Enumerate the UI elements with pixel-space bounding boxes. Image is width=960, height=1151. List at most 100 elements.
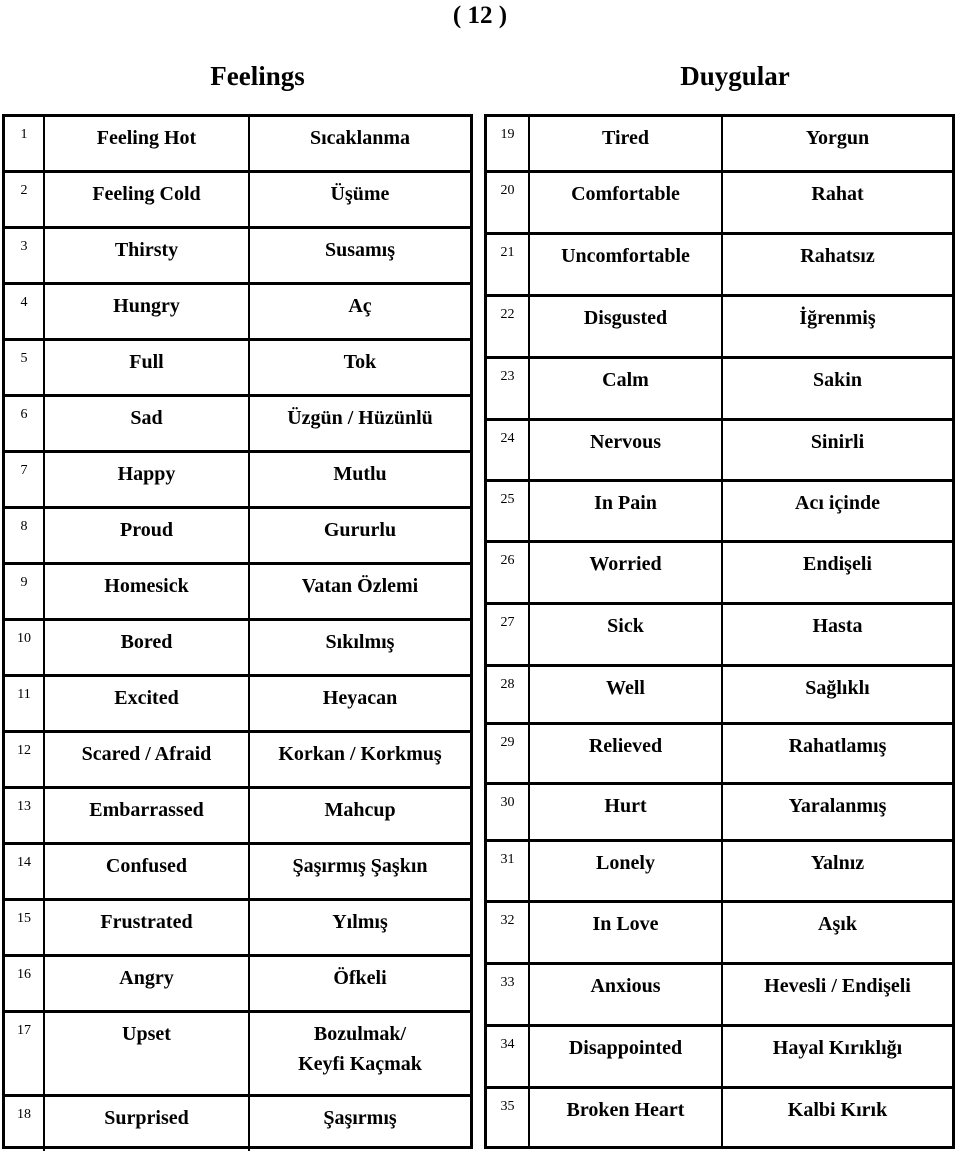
table-row: 27 Sick Hasta bbox=[487, 605, 952, 667]
turkish-term: Mutlu bbox=[333, 463, 387, 485]
table-row: 6 Sad Üzgün / Hüzünlü bbox=[5, 397, 470, 453]
english-term: Uncomfortable bbox=[530, 235, 723, 294]
english-term: Anxious bbox=[530, 965, 723, 1024]
table-row: 3 Thirsty Susamış bbox=[5, 229, 470, 285]
row-number: 27 bbox=[487, 605, 530, 664]
english-term: Broken Heart bbox=[530, 1089, 723, 1146]
table-row: 5 Full Tok bbox=[5, 341, 470, 397]
english-term: Homesick bbox=[45, 565, 250, 618]
english-term: Disgusted bbox=[530, 297, 723, 356]
row-number: 34 bbox=[487, 1027, 530, 1086]
row-number: 13 bbox=[5, 789, 45, 842]
row-number: 15 bbox=[5, 901, 45, 954]
table-row: 32 In Love Aşık bbox=[487, 903, 952, 965]
table-row: 17 Upset Bozulmak/ Keyfi Kaçmak bbox=[5, 1013, 470, 1097]
turkish-term: Şaşırmış bbox=[323, 1107, 397, 1129]
row-number: 4 bbox=[5, 285, 45, 338]
turkish-term: Kalbi Kırık bbox=[787, 1099, 888, 1121]
turkish-term: Endişeli bbox=[803, 553, 872, 575]
table-row: 19 Tired Yorgun bbox=[487, 117, 952, 173]
row-number: 9 bbox=[5, 565, 45, 618]
row-number: 18 bbox=[5, 1097, 45, 1151]
row-number: 33 bbox=[487, 965, 530, 1024]
table-row: 8 Proud Gururlu bbox=[5, 509, 470, 565]
vocabulary-table-right: 19 Tired Yorgun 20 Comfortable Rahat 21 Uncomfo… bbox=[484, 114, 955, 1149]
turkish-term: Susamış bbox=[324, 239, 396, 261]
turkish-term: Acı içinde bbox=[795, 492, 880, 514]
table-row: 13 Embarrassed Mahcup bbox=[5, 789, 470, 845]
turkish-term: Sakin bbox=[813, 369, 862, 391]
row-number: 22 bbox=[487, 297, 530, 356]
turkish-term: Mahcup bbox=[324, 799, 396, 821]
row-number: 17 bbox=[5, 1013, 45, 1094]
table-row: 22 Disgusted İğrenmiş bbox=[487, 297, 952, 359]
table-row: 25 In Pain Acı içinde bbox=[487, 482, 952, 543]
english-term: Disappointed bbox=[530, 1027, 723, 1086]
english-term: Full bbox=[45, 341, 250, 394]
table-row: 28 Well Sağlıklı bbox=[487, 667, 952, 725]
english-term: Upset bbox=[45, 1013, 250, 1094]
turkish-term: Bozulmak/ Keyfi Kaçmak bbox=[298, 1023, 422, 1075]
turkish-term: Sıcaklanma bbox=[309, 127, 411, 149]
row-number: 32 bbox=[487, 903, 530, 962]
english-term: In Love bbox=[530, 903, 723, 962]
turkish-term: Yalnız bbox=[810, 852, 865, 874]
turkish-term: Hayal Kırıklığı bbox=[772, 1037, 903, 1059]
row-number: 25 bbox=[487, 482, 530, 540]
turkish-term: Aşık bbox=[818, 913, 857, 935]
heading-turkish: Duygular bbox=[680, 61, 790, 91]
english-term: Nervous bbox=[530, 421, 723, 479]
english-term: Feeling Cold bbox=[45, 173, 250, 226]
row-number: 28 bbox=[487, 667, 530, 722]
table-row: 34 Disappointed Hayal Kırıklığı bbox=[487, 1027, 952, 1089]
turkish-term: Tok bbox=[343, 351, 377, 373]
english-term: Sad bbox=[45, 397, 250, 450]
row-number: 1 bbox=[5, 117, 45, 170]
row-number: 21 bbox=[487, 235, 530, 294]
english-term: In Pain bbox=[530, 482, 723, 540]
turkish-term: Vatan Özlemi bbox=[301, 575, 419, 597]
table-row: 12 Scared / Afraid Korkan / Korkmuş bbox=[5, 733, 470, 789]
turkish-term: Yılmış bbox=[332, 911, 388, 933]
english-term: Comfortable bbox=[530, 173, 723, 232]
english-term: Tired bbox=[530, 117, 723, 170]
heading-english: Feelings bbox=[210, 61, 305, 91]
turkish-term: Gururlu bbox=[323, 519, 397, 541]
english-term: Proud bbox=[45, 509, 250, 562]
english-term: Bored bbox=[45, 621, 250, 674]
page-number: ( 12 ) bbox=[452, 2, 508, 29]
table-row: 9 Homesick Vatan Özlemi bbox=[5, 565, 470, 621]
row-number: 7 bbox=[5, 453, 45, 506]
table-row: 2 Feeling Cold Üşüme bbox=[5, 173, 470, 229]
turkish-term: Heyacan bbox=[322, 687, 398, 709]
table-row: 23 Calm Sakin bbox=[487, 359, 952, 421]
english-term: Frustrated bbox=[45, 901, 250, 954]
english-term: Angry bbox=[45, 957, 250, 1010]
turkish-term: Hevesli / Endişeli bbox=[764, 975, 911, 997]
row-number: 12 bbox=[5, 733, 45, 786]
row-number: 29 bbox=[487, 725, 530, 782]
row-number: 2 bbox=[5, 173, 45, 226]
row-number: 14 bbox=[5, 845, 45, 898]
english-term: Excited bbox=[45, 677, 250, 730]
english-term: Happy bbox=[45, 453, 250, 506]
table-row: 20 Comfortable Rahat bbox=[487, 173, 952, 235]
table-row: 16 Angry Öfkeli bbox=[5, 957, 470, 1013]
table-row: 11 Excited Heyacan bbox=[5, 677, 470, 733]
table-row: 31 Lonely Yalnız bbox=[487, 842, 952, 903]
english-term: Calm bbox=[530, 359, 723, 418]
turkish-term: Sinirli bbox=[810, 431, 865, 453]
vocabulary-table-left: 1 Feeling Hot Sıcaklanma 2 Feeling Cold Üşüme… bbox=[2, 114, 473, 1151]
row-number: 10 bbox=[5, 621, 45, 674]
row-number: 19 bbox=[487, 117, 530, 170]
turkish-term: Korkan / Korkmuş bbox=[278, 743, 442, 765]
row-number: 35 bbox=[487, 1089, 530, 1146]
turkish-term: Üşüme bbox=[330, 183, 390, 205]
row-number: 31 bbox=[487, 842, 530, 900]
row-number: 16 bbox=[5, 957, 45, 1010]
english-term: Surprised bbox=[45, 1097, 250, 1151]
row-number: 20 bbox=[487, 173, 530, 232]
turkish-term: Üzgün / Hüzünlü bbox=[287, 407, 433, 429]
table-row: 18 Surprised Şaşırmış bbox=[5, 1097, 470, 1151]
row-number: 11 bbox=[5, 677, 45, 730]
